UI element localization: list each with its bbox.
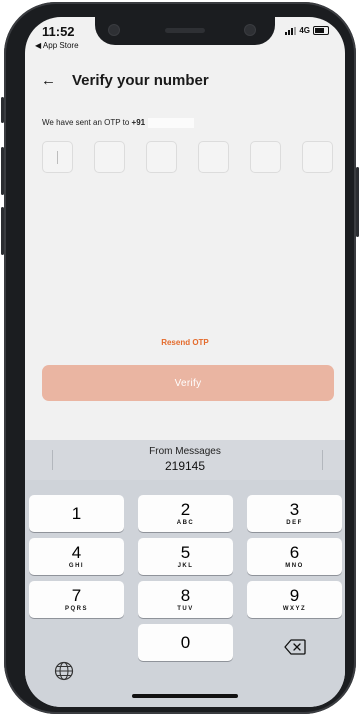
key-digit: 8 — [180, 586, 191, 605]
notch — [95, 17, 275, 45]
key-digit: 0 — [180, 633, 191, 652]
key-0[interactable]: 0 — [138, 624, 233, 661]
otp-sent-message: We have sent an OTP to +91 — [42, 118, 195, 128]
text-cursor — [57, 151, 58, 164]
signal-icon — [285, 26, 297, 35]
side-button — [1, 207, 4, 255]
key-digit: 2 — [180, 500, 191, 519]
key-letters: PQRS — [64, 606, 88, 612]
suggestion-source-label: From Messages — [149, 446, 221, 457]
delete-key[interactable] — [247, 628, 342, 665]
numeric-keyboard: From Messages 219145 1 2 ABC 3 DEF 4 GHI 5J… — [25, 440, 345, 707]
key-3[interactable]: 3 DEF — [247, 495, 342, 532]
otp-suggestion-bar[interactable]: From Messages 219145 — [25, 440, 345, 480]
masked-phone-number — [148, 118, 195, 128]
otp-digit-input[interactable] — [250, 141, 281, 173]
suggested-otp-code[interactable]: 219145 — [25, 459, 345, 473]
key-letters: ABC — [176, 520, 195, 526]
page-title: Verify your number — [72, 72, 209, 89]
otp-digit-input[interactable] — [94, 141, 125, 173]
status-time: 11:52 — [42, 24, 75, 39]
network-label: 4G — [299, 26, 310, 35]
verify-button[interactable]: Verify — [42, 365, 334, 401]
battery-icon — [313, 26, 329, 35]
side-button — [1, 97, 4, 123]
side-button — [1, 147, 4, 195]
back-arrow-icon[interactable]: ← — [41, 72, 56, 89]
otp-digit-input[interactable] — [42, 141, 73, 173]
key-letters: DEF — [286, 520, 303, 526]
otp-sent-text: We have sent an OTP to — [42, 118, 132, 128]
key-letters: MNO — [285, 563, 304, 569]
otp-digit-input[interactable] — [302, 141, 333, 173]
home-indicator[interactable] — [132, 694, 238, 698]
key-6[interactable]: 6 MNO — [247, 538, 342, 575]
key-letters: WXYZ — [282, 606, 307, 612]
key-letters: GHI — [68, 563, 85, 569]
page-header: ← Verify your number — [25, 72, 345, 98]
side-button — [356, 167, 359, 237]
status-indicators: 4G — [285, 26, 329, 35]
key-1[interactable]: 1 — [29, 495, 124, 532]
otp-digit-input[interactable] — [198, 141, 229, 173]
key-digit: 7 — [71, 586, 82, 605]
camera-icon — [109, 25, 119, 35]
speaker-icon — [165, 28, 205, 33]
resend-otp-link[interactable]: Resend OTP — [25, 338, 345, 347]
country-code: +91 — [131, 118, 146, 128]
delete-icon — [283, 638, 306, 655]
key-2[interactable]: 2 ABC — [138, 495, 233, 532]
globe-icon[interactable] — [54, 661, 74, 681]
key-letters: JKL — [177, 563, 194, 569]
sensor-icon — [245, 25, 255, 35]
key-digit: 3 — [289, 500, 300, 519]
key-9[interactable]: 9 WXYZ — [247, 581, 342, 618]
phone-frame: 11:52 ◀ App Store 4G ← Verify your numbe… — [1, 2, 359, 714]
back-to-app-link[interactable]: ◀ App Store — [35, 41, 79, 50]
key-5[interactable]: 5 JKL — [138, 538, 233, 575]
otp-input-group — [42, 141, 334, 173]
key-letters: TUV — [177, 606, 194, 612]
key-4[interactable]: 4 GHI — [29, 538, 124, 575]
screen: 11:52 ◀ App Store 4G ← Verify your numbe… — [25, 17, 345, 707]
key-digit: 4 — [71, 543, 82, 562]
key-digit: 5 — [180, 543, 191, 562]
key-digit: 1 — [71, 504, 82, 523]
key-8[interactable]: 8 TUV — [138, 581, 233, 618]
otp-digit-input[interactable] — [146, 141, 177, 173]
key-digit: 9 — [289, 586, 300, 605]
key-digit: 6 — [289, 543, 300, 562]
key-7[interactable]: 7 PQRS — [29, 581, 124, 618]
